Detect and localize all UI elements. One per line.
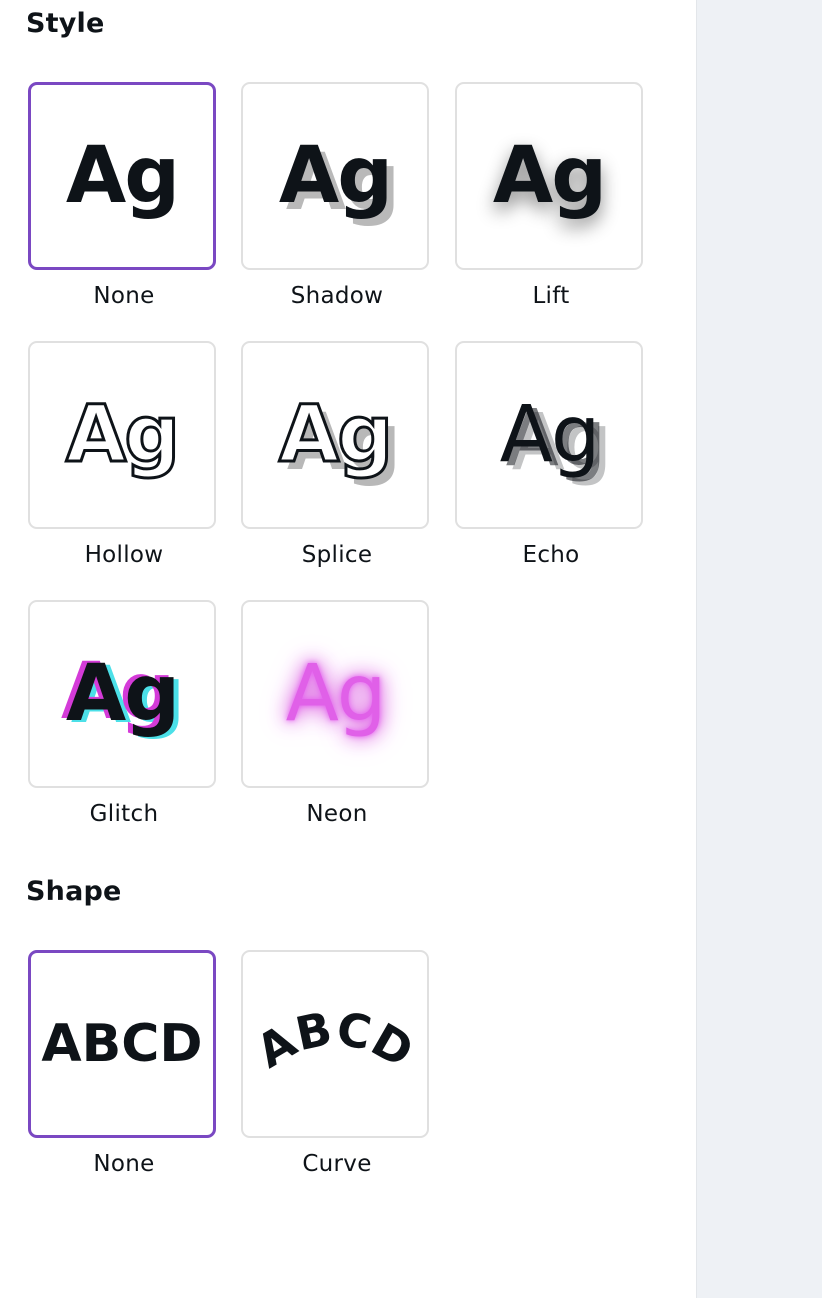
canvas-area-edge	[696, 0, 822, 1298]
preview-text: Ag	[278, 131, 393, 221]
style-option-label: Lift	[532, 283, 570, 309]
preview-text: Ag	[285, 649, 387, 739]
style-option-label: Splice	[301, 542, 373, 568]
style-preview-splice: Ag	[241, 341, 429, 529]
style-option-neon[interactable]: Ag Neon	[239, 598, 453, 848]
preview-text: Ag	[64, 390, 181, 480]
shape-preview-curve: ABCD	[241, 950, 429, 1138]
shape-option-label: None	[93, 1151, 155, 1177]
preview-text: Ag	[65, 131, 180, 221]
style-option-label: None	[93, 283, 155, 309]
preview-text: Ag	[65, 649, 180, 739]
style-option-none[interactable]: Ag None	[26, 80, 240, 330]
style-preview-echo: Ag	[455, 341, 643, 529]
style-option-lift[interactable]: Ag Lift	[453, 80, 667, 330]
preview-text: Ag	[499, 390, 601, 480]
preview-text: ABCD	[250, 1001, 420, 1078]
shape-option-none[interactable]: ABCD None	[26, 948, 240, 1198]
style-option-hollow[interactable]: Ag Hollow	[26, 339, 240, 589]
style-option-shadow[interactable]: Ag Shadow	[239, 80, 453, 330]
style-preview-glitch: Ag	[28, 600, 216, 788]
style-preview-shadow: Ag	[241, 82, 429, 270]
preview-text: ABCD	[41, 1014, 203, 1074]
shape-section-title: Shape	[26, 876, 122, 907]
shape-option-curve[interactable]: ABCD Curve	[239, 948, 453, 1198]
preview-text: Ag	[492, 131, 607, 221]
curved-text-preview: ABCD	[250, 1001, 420, 1078]
style-option-label: Neon	[306, 801, 368, 827]
style-option-splice[interactable]: Ag Splice	[239, 339, 453, 589]
style-option-label: Glitch	[89, 801, 159, 827]
shape-preview-none: ABCD	[28, 950, 216, 1138]
style-option-echo[interactable]: Ag Echo	[453, 339, 667, 589]
text-effects-panel: Style Ag None Ag Shadow Ag Lift Ag Hollo…	[0, 0, 696, 1298]
style-option-glitch[interactable]: Ag Glitch	[26, 598, 240, 848]
svg-text:ABCD: ABCD	[250, 1001, 420, 1078]
style-preview-none: Ag	[28, 82, 216, 270]
style-option-label: Shadow	[290, 283, 384, 309]
style-section-title: Style	[26, 8, 105, 39]
preview-text: Ag	[277, 390, 394, 480]
shape-option-label: Curve	[302, 1151, 372, 1177]
style-option-label: Echo	[522, 542, 580, 568]
style-preview-hollow: Ag	[28, 341, 216, 529]
style-preview-lift: Ag	[455, 82, 643, 270]
style-preview-neon: Ag	[241, 600, 429, 788]
style-option-label: Hollow	[84, 542, 164, 568]
